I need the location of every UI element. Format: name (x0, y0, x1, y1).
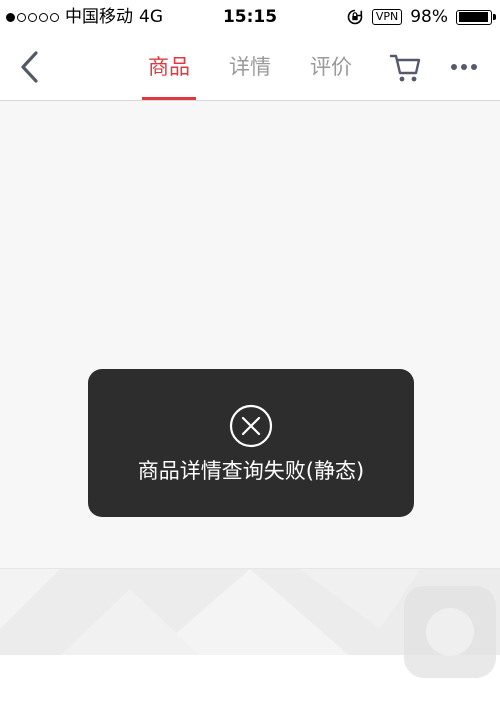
more-dots-icon (451, 64, 477, 70)
assistive-touch-button[interactable] (404, 586, 496, 678)
assistive-touch-ring (426, 608, 474, 656)
more-button[interactable] (448, 50, 480, 84)
back-button[interactable] (16, 50, 48, 84)
status-bar-right: VPN 98% (346, 0, 496, 34)
tab-product[interactable]: 商品 (141, 34, 197, 100)
rotation-lock-icon (347, 9, 363, 25)
battery-percent: 98% (410, 7, 448, 27)
error-toast: 商品详情查询失败(静态) (88, 369, 414, 517)
tab-details[interactable]: 详情 (222, 34, 278, 100)
battery-icon (456, 9, 496, 25)
cart-icon (389, 54, 421, 82)
tab-reviews[interactable]: 评价 (303, 34, 359, 100)
vpn-badge: VPN (371, 9, 403, 25)
chevron-left-icon (21, 51, 38, 83)
toast-message: 商品详情查询失败(静态) (137, 459, 365, 483)
cart-button[interactable] (388, 50, 422, 84)
close-circle-icon (229, 404, 273, 448)
status-bar: 中国移动 4G 15:15 VPN 98% (0, 0, 500, 34)
nav-bar: 商品 详情 评价 (0, 34, 500, 101)
